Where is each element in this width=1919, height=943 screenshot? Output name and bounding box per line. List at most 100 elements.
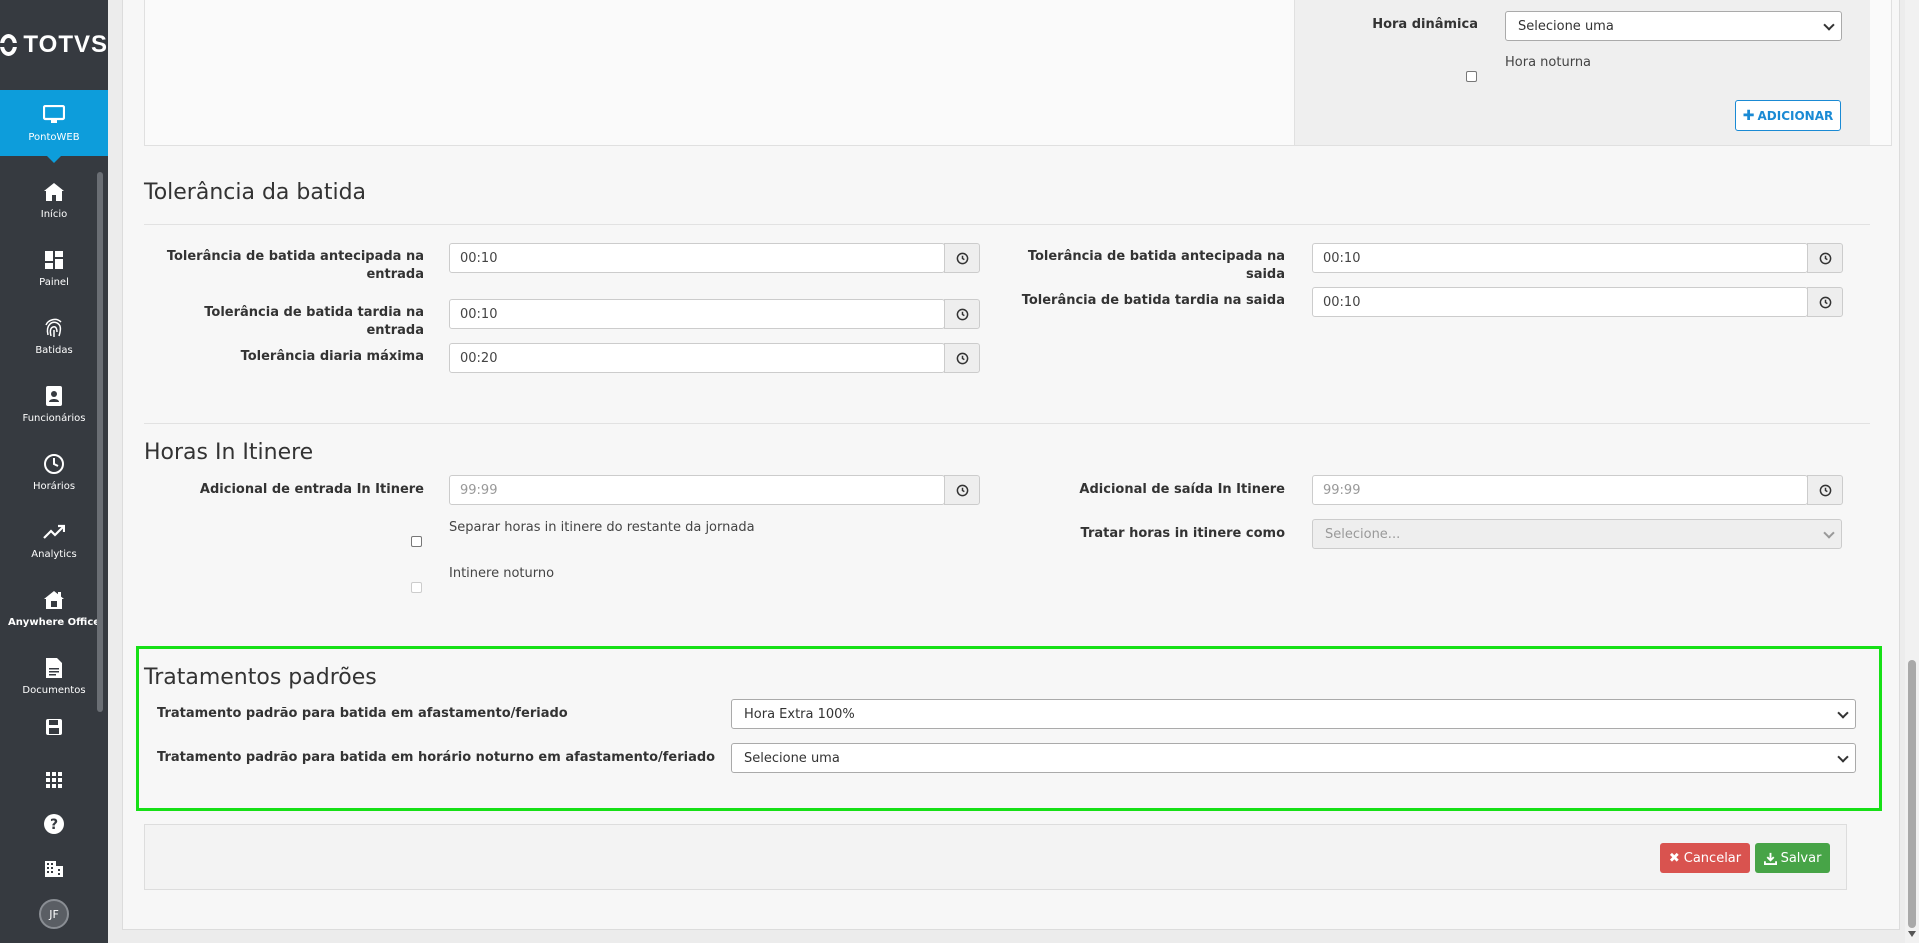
tolerancia-diaria-input[interactable]: 00:20 (449, 343, 945, 373)
home-icon (42, 181, 66, 203)
avatar: JF (39, 899, 69, 929)
fingerprint-icon (42, 317, 66, 339)
section-title-tolerancia: Tolerância da batida (144, 180, 367, 205)
separar-itinere-checkbox[interactable] (411, 536, 422, 547)
sidebar-item-horarios[interactable]: Horários (0, 438, 108, 506)
separar-itinere-label: Separar horas in itinere do restante da … (449, 520, 755, 535)
page-scrollbar[interactable] (1905, 0, 1919, 943)
plus-icon: ✚ (1742, 107, 1755, 124)
tolerancia-diaria-label: Tolerância diaria máxima (240, 349, 424, 364)
sidebar-item-label: Analytics (31, 548, 77, 560)
clock-icon (956, 308, 968, 320)
itinere-noturno-label: Intinere noturno (449, 566, 555, 581)
tratar-itinere-value: Selecione... (1325, 526, 1401, 542)
tratar-itinere-label: Tratar horas in itinere como (1080, 526, 1285, 541)
svg-text:?: ? (50, 817, 58, 833)
sidebar-item-label: Anywhere Office (7, 616, 101, 628)
time-picker-button[interactable] (944, 243, 980, 273)
tolerancia-antecipada-saida-label: Tolerância de batida antecipada na saida (1027, 249, 1285, 282)
itinere-saida-input[interactable]: 99:99 (1312, 475, 1808, 505)
close-icon: ✖ (1668, 850, 1680, 866)
tratamento-afastamento-select[interactable]: Hora Extra 100% (731, 699, 1856, 729)
clock-icon (956, 484, 968, 496)
sidebar-bottom: ? JF (0, 760, 108, 936)
sidebar-item-documentos[interactable]: Documentos (0, 642, 108, 710)
chevron-down-icon (1837, 707, 1849, 719)
totvs-logo[interactable]: TOTVS (0, 0, 108, 90)
clock-icon (956, 252, 968, 264)
tratamento-noturno-value: Selecione uma (744, 750, 840, 766)
chevron-down-icon (1823, 19, 1835, 31)
time-picker-button[interactable] (944, 343, 980, 373)
itinere-entrada-input[interactable]: 99:99 (449, 475, 945, 505)
trend-icon (42, 521, 66, 543)
help-icon: ? (43, 813, 65, 839)
building-icon (44, 858, 64, 882)
tolerancia-antecipada-saida-input[interactable]: 00:10 (1312, 243, 1808, 273)
section-title-tratamentos: Tratamentos padrões (144, 665, 377, 690)
clock-icon (42, 453, 66, 475)
apps-grid-button[interactable] (0, 760, 108, 804)
download-icon (1763, 852, 1777, 865)
sidebar-item-label: Funcionários (22, 412, 86, 424)
document-icon (42, 657, 66, 679)
time-picker-button[interactable] (1807, 243, 1843, 273)
tratamento-afastamento-value: Hora Extra 100% (744, 706, 855, 722)
clock-icon (1819, 484, 1831, 496)
tratamento-noturno-select[interactable]: Selecione uma (731, 743, 1856, 773)
itinere-noturno-checkbox[interactable] (411, 582, 422, 593)
scroll-down-icon[interactable] (1908, 931, 1916, 937)
home-office-icon (42, 589, 66, 611)
tolerancia-tardia-entrada-label: Tolerância de batida tardia na entrada (204, 305, 424, 338)
hora-dinamica-label: Hora dinâmica (1372, 17, 1478, 32)
tratamento-noturno-label: Tratamento padrão para batida em horário… (157, 750, 716, 765)
section-title-itinere: Horas In Itinere (144, 440, 314, 465)
company-button[interactable] (0, 848, 108, 892)
save-button[interactable]: Salvar (1755, 843, 1830, 873)
hora-dinamica-value: Selecione uma (1518, 18, 1614, 34)
cancel-button[interactable]: ✖ Cancelar (1660, 843, 1750, 873)
tolerancia-tardia-entrada-input[interactable]: 00:10 (449, 299, 945, 329)
scrollbar-thumb[interactable] (1908, 660, 1916, 928)
add-button[interactable]: ✚ ADICIONAR (1735, 100, 1841, 131)
itinere-saida-label: Adicional de saída In Itinere (1079, 482, 1285, 497)
tolerancia-tardia-saida-label: Tolerância de batida tardia na saida (1021, 293, 1285, 308)
section-divider (144, 224, 1870, 225)
save-button-label: Salvar (1780, 850, 1822, 866)
sidebar-item-funcionarios[interactable]: Funcionários (0, 370, 108, 438)
hora-dinamica-select[interactable]: Selecione uma (1505, 11, 1842, 41)
tratamento-afastamento-label: Tratamento padrão para batida em afastam… (157, 706, 568, 721)
sidebar-item-painel[interactable]: Painel (0, 234, 108, 302)
form-footer (144, 824, 1847, 890)
time-picker-button[interactable] (944, 475, 980, 505)
time-picker-button[interactable] (944, 299, 980, 329)
apps-grid-icon (45, 771, 63, 793)
badge-icon (42, 385, 66, 407)
chevron-down-icon (1823, 527, 1835, 539)
sidebar-item-more[interactable] (0, 710, 108, 750)
tolerancia-antecipada-entrada-input[interactable]: 00:10 (449, 243, 945, 273)
brand-name: TOTVS (23, 31, 108, 58)
sidebar: TOTVS PontoWEB Início Painel Batidas Fun… (0, 0, 108, 943)
tolerancia-tardia-saida-input[interactable]: 00:10 (1312, 287, 1808, 317)
add-button-label: ADICIONAR (1757, 108, 1834, 123)
sidebar-item-anywhere-office[interactable]: Anywhere Office (0, 574, 108, 642)
totvs-logo-mark (0, 34, 18, 56)
hora-noturna-checkbox[interactable] (1466, 71, 1477, 82)
sidebar-item-inicio[interactable]: Início (0, 166, 108, 234)
time-picker-button[interactable] (1807, 287, 1843, 317)
monitor-icon (42, 104, 66, 126)
sidebar-item-label: Batidas (35, 344, 73, 356)
section-divider (144, 423, 1870, 424)
sidebar-item-batidas[interactable]: Batidas (0, 302, 108, 370)
time-picker-button[interactable] (1807, 475, 1843, 505)
help-button[interactable]: ? (0, 804, 108, 848)
sidebar-scrollbar[interactable] (97, 172, 103, 712)
tratar-itinere-select[interactable]: Selecione... (1312, 519, 1842, 549)
clock-icon (956, 352, 968, 364)
itinere-entrada-label: Adicional de entrada In Itinere (199, 482, 424, 497)
tolerancia-antecipada-entrada-label: Tolerância de batida antecipada na entra… (166, 249, 424, 282)
user-menu[interactable]: JF (0, 892, 108, 936)
sidebar-item-analytics[interactable]: Analytics (0, 506, 108, 574)
sidebar-item-pontoweb[interactable]: PontoWEB (0, 90, 108, 163)
